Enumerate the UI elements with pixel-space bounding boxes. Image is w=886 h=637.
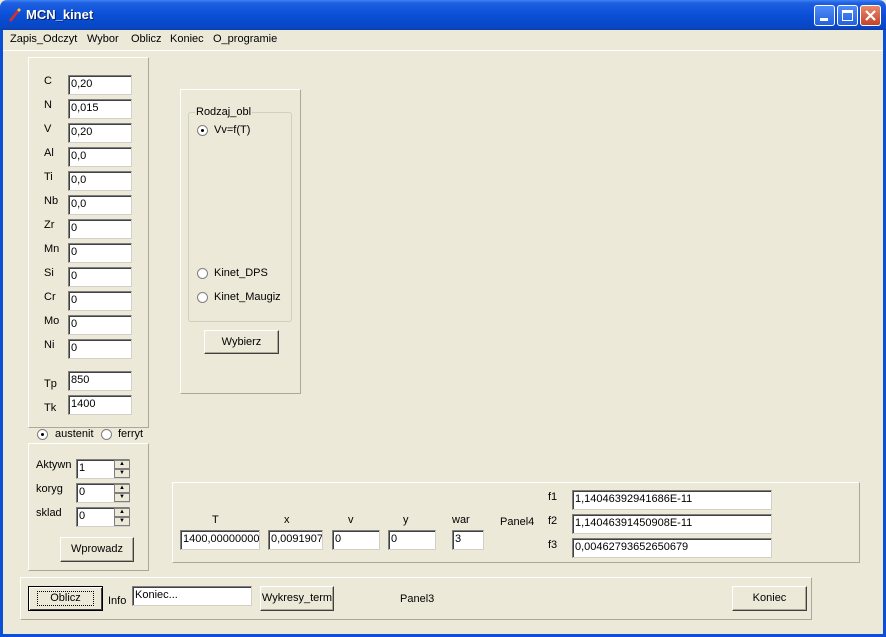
header-v: v bbox=[348, 514, 354, 526]
spinner-koryg[interactable]: ▲ ▼ bbox=[114, 484, 130, 502]
element-label-cr: Cr bbox=[44, 291, 56, 303]
element-label-nb: Nb bbox=[44, 195, 59, 207]
element-label-ti: Ti bbox=[44, 171, 53, 183]
element-field-zr[interactable]: 0 bbox=[68, 219, 132, 239]
field-v[interactable]: 0 bbox=[332, 530, 380, 550]
panel4-label: Panel4 bbox=[500, 516, 535, 528]
maximize-icon bbox=[842, 10, 853, 21]
rodzaj-radio-kinet-maugiz[interactable] bbox=[197, 292, 208, 303]
element-label-si: Si bbox=[44, 267, 54, 279]
element-field-mn[interactable]: 0 bbox=[68, 243, 132, 263]
spinner-sklad[interactable]: ▲ ▼ bbox=[114, 508, 130, 526]
element-field-cr[interactable]: 0 bbox=[68, 291, 132, 311]
wprowadz-button[interactable]: Wprowadz bbox=[60, 537, 134, 562]
spinner-label-aktywn: Aktywn bbox=[36, 459, 72, 471]
rodzaj-groupbox-title: Rodzaj_obl bbox=[195, 106, 253, 118]
element-field-n[interactable]: 0,015 bbox=[68, 99, 132, 119]
spin-up-icon[interactable]: ▲ bbox=[114, 484, 130, 493]
header-x: x bbox=[284, 514, 290, 526]
spinner-label-sklad: sklad bbox=[36, 507, 62, 519]
rodzaj-label-vv: Vv=f(T) bbox=[214, 124, 251, 136]
f1-label: f1 bbox=[548, 491, 558, 503]
element-label-mo: Mo bbox=[44, 315, 60, 327]
element-field-ti[interactable]: 0,0 bbox=[68, 171, 132, 191]
oblicz-button[interactable]: Oblicz bbox=[28, 586, 103, 611]
menu-oblicz[interactable]: Oblicz bbox=[131, 33, 162, 45]
element-label-zr: Zr bbox=[44, 219, 55, 231]
element-field-mo[interactable]: 0 bbox=[68, 315, 132, 335]
rodzaj-radio-vv[interactable] bbox=[197, 125, 208, 136]
rodzaj-radio-kinet-dps[interactable] bbox=[197, 268, 208, 279]
panel3-label: Panel3 bbox=[400, 593, 435, 605]
menu-wybor[interactable]: Wybor bbox=[87, 33, 119, 45]
rodzaj-label-kinet-maugiz: Kinet_Maugiz bbox=[214, 291, 281, 303]
window-frame-left bbox=[0, 30, 3, 637]
spinner-aktywn[interactable]: ▲ ▼ bbox=[114, 460, 130, 478]
ferryt-radio[interactable] bbox=[101, 429, 112, 440]
temp-field-tk[interactable]: 1400 bbox=[68, 395, 132, 415]
window-title: MCN_kinet bbox=[26, 7, 94, 22]
menu-zapis-odczyt[interactable]: Zapis_Odczyt bbox=[10, 33, 77, 45]
austenit-radio[interactable] bbox=[37, 429, 48, 440]
wykresy-term-button[interactable]: Wykresy_term bbox=[260, 586, 334, 611]
element-label-v: V bbox=[44, 123, 52, 135]
oblicz-label: Oblicz bbox=[37, 591, 94, 606]
spin-down-icon[interactable]: ▼ bbox=[114, 517, 130, 526]
header-t: T bbox=[212, 514, 219, 526]
minimize-icon bbox=[820, 18, 828, 21]
f3-field[interactable]: 0,00462793652650679 bbox=[572, 538, 772, 558]
element-field-c[interactable]: 0,20 bbox=[68, 75, 132, 95]
close-icon bbox=[865, 10, 876, 21]
field-war[interactable]: 3 bbox=[452, 530, 484, 550]
spin-down-icon[interactable]: ▼ bbox=[114, 469, 130, 478]
menu-koniec[interactable]: Koniec bbox=[170, 33, 204, 45]
element-label-ni: Ni bbox=[44, 339, 55, 351]
field-x[interactable]: 0,0091907 bbox=[268, 530, 323, 550]
f1-field[interactable]: 1,14046392941686E-11 bbox=[572, 490, 772, 510]
menu-separator bbox=[3, 50, 883, 51]
field-t[interactable]: 1400,00000000 bbox=[180, 530, 260, 550]
spin-up-icon[interactable]: ▲ bbox=[114, 508, 130, 517]
minimize-button[interactable] bbox=[814, 5, 835, 26]
menu-o-programie[interactable]: O_programie bbox=[213, 33, 277, 45]
ferryt-label: ferryt bbox=[118, 428, 144, 440]
app-icon bbox=[9, 8, 21, 22]
header-war: war bbox=[452, 514, 470, 526]
element-label-n: N bbox=[44, 99, 52, 111]
spin-down-icon[interactable]: ▼ bbox=[114, 493, 130, 502]
austenit-label: austenit bbox=[55, 428, 94, 440]
element-field-si[interactable]: 0 bbox=[68, 267, 132, 287]
close-button[interactable] bbox=[860, 5, 881, 26]
maximize-button[interactable] bbox=[837, 5, 858, 26]
element-label-al: Al bbox=[44, 147, 54, 159]
menu-bar: Zapis_Odczyt Wybor Oblicz Koniec O_progr… bbox=[3, 30, 883, 50]
title-bar[interactable] bbox=[0, 0, 886, 30]
info-label: Info bbox=[108, 595, 127, 607]
wybierz-button[interactable]: Wybierz bbox=[204, 330, 279, 354]
koniec-button[interactable]: Koniec bbox=[732, 586, 807, 611]
element-field-nb[interactable]: 0,0 bbox=[68, 195, 132, 215]
spinner-label-koryg: koryg bbox=[36, 483, 63, 495]
temp-label-tp: Tp bbox=[44, 378, 57, 390]
header-y: y bbox=[403, 514, 409, 526]
f2-field[interactable]: 1,14046391450908E-11 bbox=[572, 514, 772, 534]
element-field-al[interactable]: 0,0 bbox=[68, 147, 132, 167]
element-label-mn: Mn bbox=[44, 243, 60, 255]
temp-label-tk: Tk bbox=[44, 402, 57, 414]
temp-field-tp[interactable]: 850 bbox=[68, 371, 132, 391]
f3-label: f3 bbox=[548, 539, 558, 551]
element-field-ni[interactable]: 0 bbox=[68, 339, 132, 359]
spin-up-icon[interactable]: ▲ bbox=[114, 460, 130, 469]
f2-label: f2 bbox=[548, 515, 558, 527]
element-label-c: C bbox=[44, 75, 52, 87]
info-field[interactable]: Koniec... bbox=[132, 586, 252, 606]
field-y[interactable]: 0 bbox=[388, 530, 436, 550]
element-field-v[interactable]: 0,20 bbox=[68, 123, 132, 143]
rodzaj-label-kinet-dps: Kinet_DPS bbox=[214, 267, 268, 279]
